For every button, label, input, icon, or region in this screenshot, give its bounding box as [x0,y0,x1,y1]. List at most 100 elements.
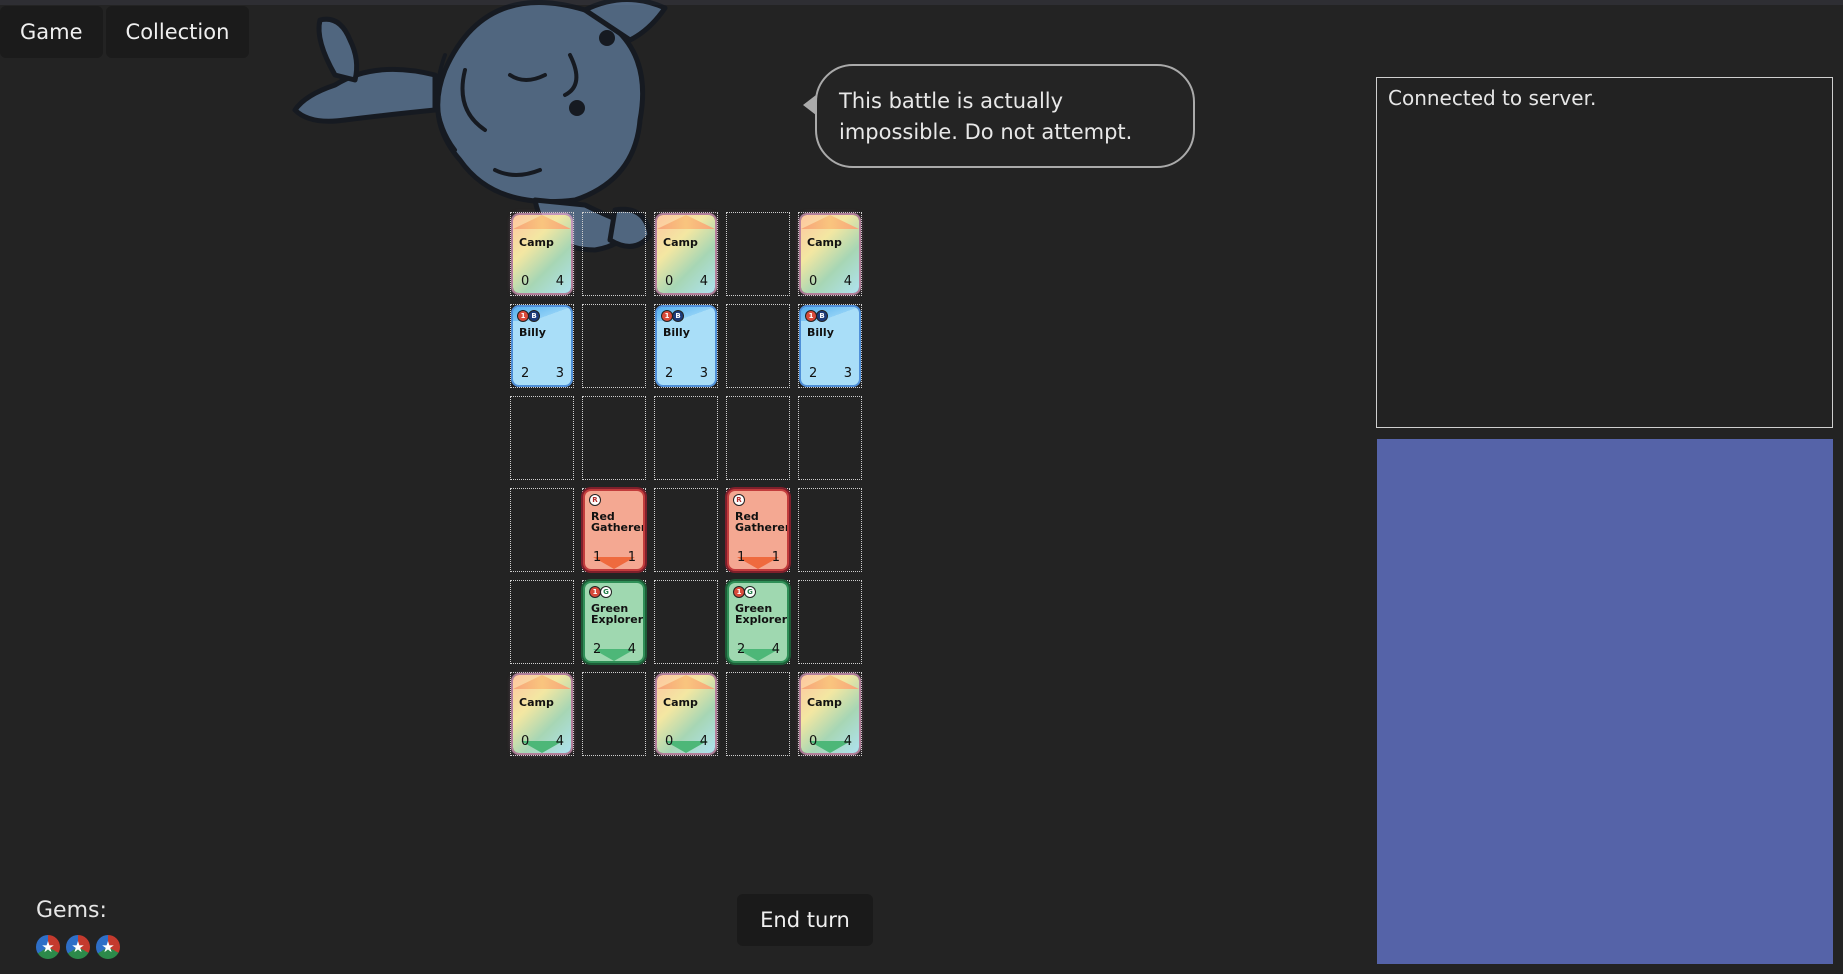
board-cell[interactable] [726,396,790,480]
card-name: Red Gatherer [735,510,787,534]
board-cell[interactable]: R Red Gatherer 1 1 [582,488,646,572]
board-cell[interactable] [798,580,862,664]
nav-collection-button[interactable]: Collection [105,6,250,58]
card-billy[interactable]: 1 B Billy 2 3 [513,307,571,385]
board-cell[interactable] [582,396,646,480]
card-health: 1 [627,550,636,565]
card-pip: 1 [806,311,816,321]
board-cell[interactable]: 1 B Billy 2 3 [510,304,574,388]
board-cell[interactable] [654,580,718,664]
nav-game-button[interactable]: Game [0,6,103,58]
card-attack: 0 [809,274,818,289]
card-header-band [657,215,715,229]
card-health: 1 [771,550,780,565]
card-health: 3 [699,366,708,381]
board-cell[interactable] [726,304,790,388]
card-camp[interactable]: Camp 0 4 [657,675,715,753]
side-panel [1377,439,1833,964]
card-pip: R [734,495,744,505]
card-camp[interactable]: Camp 0 4 [513,675,571,753]
card-cost-pips: 1B [662,311,683,321]
card-header-band [513,215,571,229]
star-gem-icon: ★ [36,935,60,959]
card-cost-pips: R [734,495,744,505]
card-pip: B [817,311,827,321]
star-gem-icon: ★ [96,935,120,959]
board-cell[interactable]: Camp 0 4 [654,212,718,296]
card-header-band [801,675,859,689]
board-cell[interactable] [582,212,646,296]
gems-row: ★ ★ ★ [36,935,120,959]
board-cell[interactable] [582,672,646,756]
board-cell[interactable] [798,488,862,572]
board-cell[interactable] [798,396,862,480]
card-name: Billy [663,326,690,339]
card-name: Camp [663,236,698,249]
card-pip: 1 [734,587,744,597]
card-health: 4 [843,274,852,289]
log-message: Connected to server. [1388,86,1597,110]
board-cell[interactable] [510,396,574,480]
board-cell[interactable]: Camp 0 4 [654,672,718,756]
end-turn-button[interactable]: End turn [737,894,873,946]
card-camp[interactable]: Camp 0 4 [801,215,859,293]
card-header-band [801,215,859,229]
card-header-band [513,675,571,689]
card-camp[interactable]: Camp 0 4 [513,215,571,293]
board-cell[interactable] [726,672,790,756]
card-attack: 0 [521,734,530,749]
card-cost-pips: 1G [734,587,755,597]
card-name: Red Gatherer [591,510,643,534]
board-cell[interactable] [510,488,574,572]
speech-bubble: This battle is actually impossible. Do n… [815,64,1195,168]
board-cell[interactable]: 1 G Green Explorer 2 4 [726,580,790,664]
card-red-gatherer[interactable]: R Red Gatherer 1 1 [729,491,787,569]
card-camp[interactable]: Camp 0 4 [801,675,859,753]
board-cell[interactable]: Camp 0 4 [798,212,862,296]
card-pip: 1 [662,311,672,321]
card-name: Green Explorer [591,602,643,626]
game-board: Camp 0 4 Camp 0 4 Camp 0 4 1 B Billy 2 3 1 B Billy 2 3 1 B Bi… [510,212,862,756]
board-cell[interactable]: R Red Gatherer 1 1 [726,488,790,572]
card-header-band [657,675,715,689]
card-name: Camp [519,696,554,709]
board-cell[interactable]: Camp 0 4 [510,212,574,296]
card-billy[interactable]: 1 B Billy 2 3 [657,307,715,385]
card-health: 4 [627,642,636,657]
card-cost-pips: 1B [806,311,827,321]
card-health: 4 [699,274,708,289]
card-green-explorer[interactable]: 1 G Green Explorer 2 4 [585,583,643,661]
card-health: 3 [843,366,852,381]
card-cost-pips: 1G [590,587,611,597]
card-pip: G [601,587,611,597]
board-cell[interactable] [510,580,574,664]
card-attack: 2 [737,642,746,657]
card-attack: 2 [521,366,530,381]
card-health: 4 [555,734,564,749]
card-name: Billy [519,326,546,339]
card-attack: 2 [809,366,818,381]
card-cost-pips: R [590,495,600,505]
card-camp[interactable]: Camp 0 4 [657,215,715,293]
star-gem-icon: ★ [66,935,90,959]
gems-label: Gems: [36,898,107,923]
card-green-explorer[interactable]: 1 G Green Explorer 2 4 [729,583,787,661]
card-health: 4 [771,642,780,657]
card-name: Billy [807,326,834,339]
board-cell[interactable] [726,212,790,296]
card-attack: 0 [809,734,818,749]
card-red-gatherer[interactable]: R Red Gatherer 1 1 [585,491,643,569]
card-name: Camp [663,696,698,709]
board-cell[interactable]: Camp 0 4 [798,672,862,756]
board-cell[interactable]: 1 B Billy 2 3 [654,304,718,388]
board-cell[interactable] [582,304,646,388]
board-cell[interactable]: 1 G Green Explorer 2 4 [582,580,646,664]
card-cost-pips: 1B [518,311,539,321]
card-name: Green Explorer [735,602,787,626]
board-cell[interactable] [654,488,718,572]
card-health: 4 [699,734,708,749]
board-cell[interactable]: Camp 0 4 [510,672,574,756]
card-billy[interactable]: 1 B Billy 2 3 [801,307,859,385]
board-cell[interactable] [654,396,718,480]
board-cell[interactable]: 1 B Billy 2 3 [798,304,862,388]
